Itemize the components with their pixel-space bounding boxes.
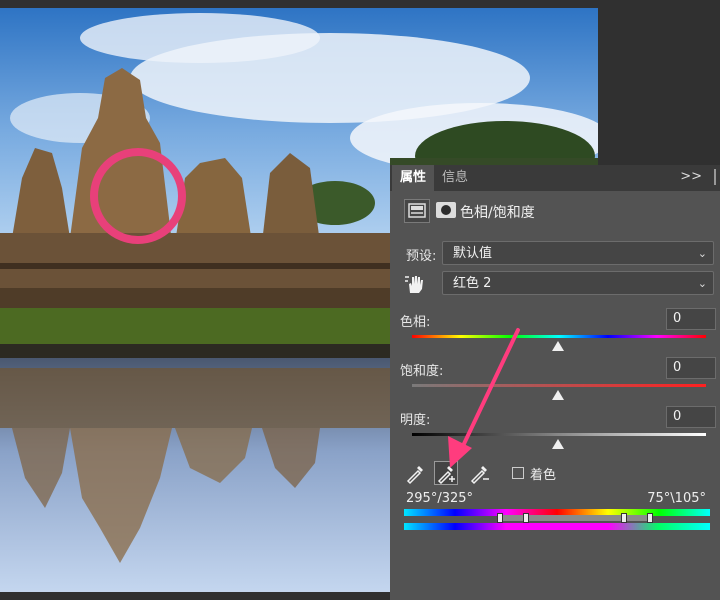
colorize-checkbox[interactable] [512, 467, 524, 479]
preset-label: 预设: [406, 249, 437, 264]
output-color-bar [404, 523, 710, 530]
saturation-slider-thumb[interactable] [552, 390, 564, 400]
lightness-slider-track[interactable] [412, 433, 706, 436]
hue-label: 色相: [400, 315, 431, 330]
hue-slider-track[interactable] [412, 335, 706, 338]
range-right-value: 75°\105° [647, 491, 706, 506]
panel-tabbar: 属性 信息 >> [390, 165, 720, 191]
lightness-slider-thumb[interactable] [552, 439, 564, 449]
double-chevron-right-icon[interactable]: >> [680, 169, 702, 184]
range-left-handle[interactable] [523, 513, 529, 523]
channel-dropdown[interactable]: 红色 2 ⌄ [442, 271, 714, 295]
saturation-label: 饱和度: [400, 364, 444, 379]
range-right-falloff-handle[interactable] [647, 513, 653, 523]
layer-mask-icon[interactable] [434, 199, 458, 221]
preset-dropdown[interactable]: 默认值 ⌄ [442, 241, 714, 265]
channel-value: 红色 2 [453, 276, 492, 291]
eyedropper-subtract-icon[interactable] [468, 461, 492, 485]
hue-value-field[interactable]: 0 [666, 308, 716, 330]
range-left-value: 295°/325° [406, 491, 474, 506]
eyedropper-add-icon[interactable] [434, 461, 458, 485]
eyedropper-icon[interactable] [404, 461, 428, 485]
properties-panel: 属性 信息 >> 色相/饱和度 预设: 默认值 ⌄ 红色 2 ⌄ 色相: 0 饱… [390, 165, 720, 600]
range-right-handle[interactable] [621, 513, 627, 523]
adjustment-header: 色相/饱和度 [400, 199, 710, 225]
colorize-label: 着色 [530, 468, 557, 483]
panel-menu-icon[interactable] [714, 169, 716, 185]
tab-info[interactable]: 信息 [434, 165, 476, 191]
adjustment-title: 色相/饱和度 [460, 205, 535, 221]
range-left-falloff-handle[interactable] [497, 513, 503, 523]
chevron-down-icon: ⌄ [697, 277, 707, 290]
hue-slider-thumb[interactable] [552, 341, 564, 351]
adjustment-layer-icon[interactable] [404, 199, 430, 223]
tab-properties[interactable]: 属性 [392, 165, 435, 191]
chevron-down-icon: ⌄ [697, 247, 707, 260]
targeted-adjustment-hand-icon[interactable] [404, 273, 426, 295]
lightness-value-field[interactable]: 0 [666, 406, 716, 428]
saturation-slider-track[interactable] [412, 384, 706, 387]
saturation-value-field[interactable]: 0 [666, 357, 716, 379]
preset-value: 默认值 [453, 246, 493, 261]
lightness-label: 明度: [400, 413, 431, 428]
